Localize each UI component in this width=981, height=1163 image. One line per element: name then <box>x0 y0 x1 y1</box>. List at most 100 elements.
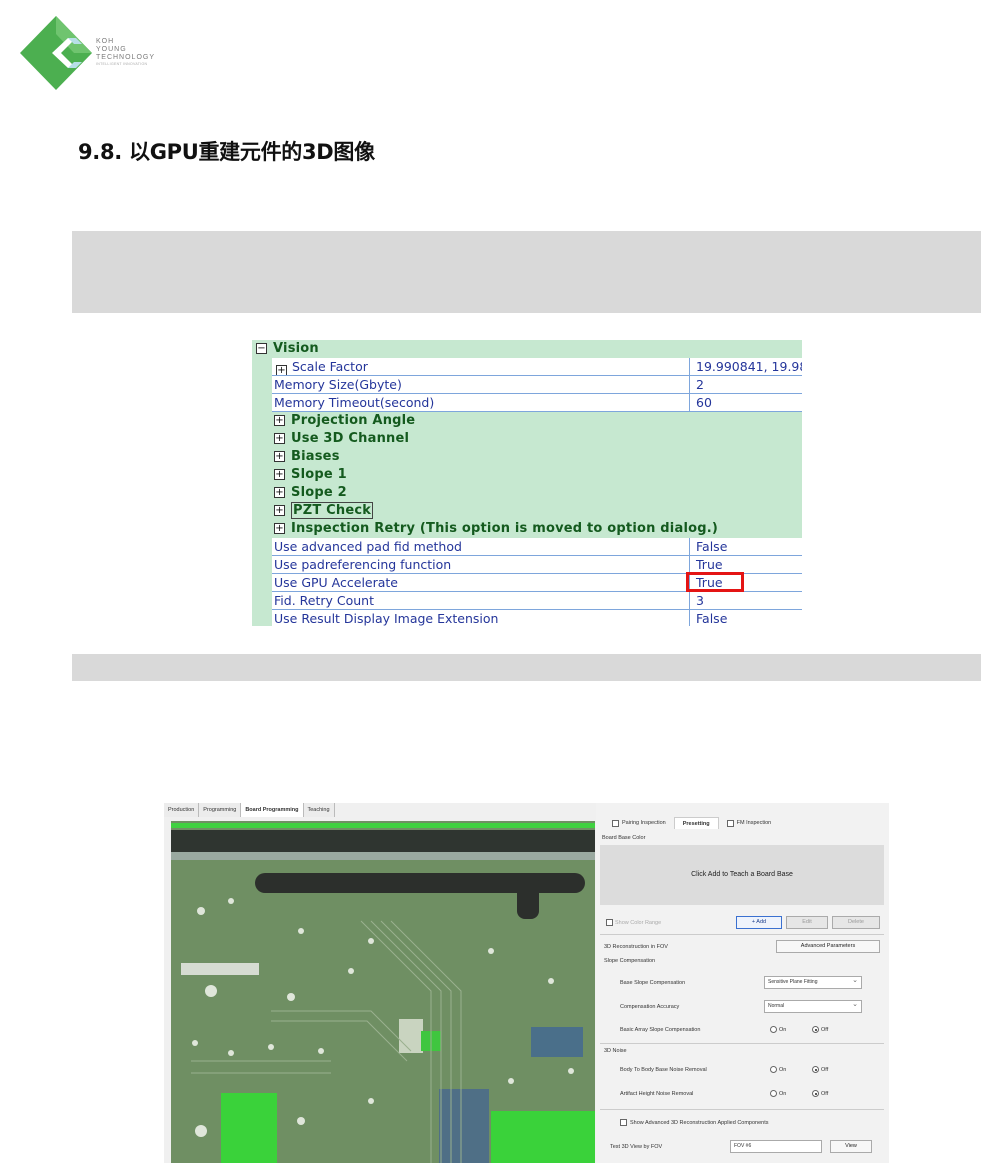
noise-label: 3D Noise <box>604 1048 627 1054</box>
gray-band-bottom <box>72 654 981 681</box>
grid-category-label: Projection Angle <box>291 413 416 428</box>
body-noise-label: Body To Body Base Noise Removal <box>620 1067 707 1073</box>
grid-property-value[interactable]: False <box>690 538 802 556</box>
basic-array-slope-label: Basic Array Slope Compensation <box>620 1027 701 1033</box>
tab-teaching[interactable]: Teaching <box>303 803 335 817</box>
expand-icon[interactable]: + <box>274 433 285 444</box>
tab-programming[interactable]: Programming <box>199 803 242 817</box>
recon-fov-label: 3D Reconstruction in FOV <box>604 944 668 950</box>
grid-property-name: Use GPU Accelerate <box>272 574 690 592</box>
checkbox-icon[interactable] <box>612 819 619 827</box>
board-base-color-label: Board Base Color <box>602 835 646 841</box>
pcb-image[interactable] <box>171 821 595 1163</box>
gray-band-top <box>72 231 981 313</box>
view-button[interactable]: View <box>830 1140 872 1153</box>
expand-icon[interactable]: + <box>274 487 285 498</box>
grid-category-row[interactable]: + Projection Angle <box>252 412 802 430</box>
delete-button[interactable]: Delete <box>832 916 880 929</box>
checkbox-icon[interactable] <box>620 1119 627 1126</box>
artifact-off-radio[interactable]: Off <box>812 1090 828 1097</box>
board-base-message: Click Add to Teach a Board Base <box>691 871 793 878</box>
checkbox-icon[interactable] <box>606 919 613 926</box>
tab-presetting[interactable]: Presetting <box>673 817 719 829</box>
basic-array-on-radio[interactable]: On <box>770 1026 786 1033</box>
divider <box>600 1109 884 1110</box>
expand-icon[interactable]: + <box>274 523 285 534</box>
board-base-area: Click Add to Teach a Board Base <box>600 845 884 905</box>
radio-selected-icon <box>812 1090 819 1097</box>
grid-category-label: Biases <box>291 449 340 464</box>
pcb-render <box>171 821 595 1163</box>
basic-array-off-radio[interactable]: Off <box>812 1026 828 1033</box>
expand-icon[interactable]: + <box>274 415 285 426</box>
show-advanced-checkbox[interactable]: Show Advanced 3D Reconstruction Applied … <box>620 1119 769 1126</box>
slope-compensation-label: Slope Compensation <box>604 958 656 964</box>
expand-icon[interactable]: + <box>274 451 285 462</box>
grid-category-row[interactable]: + Inspection Retry (This option is moved … <box>252 520 802 538</box>
grid-property-value[interactable]: 3 <box>690 592 802 610</box>
grid-property-value[interactable]: 60 <box>690 394 802 412</box>
grid-category-row[interactable]: − Vision <box>252 340 802 358</box>
artifact-noise-label: Artifact Height Noise Removal <box>620 1091 694 1097</box>
grid-property-value[interactable]: 2 <box>690 376 802 394</box>
main-tabs: Production Programming Board Programming… <box>164 803 335 817</box>
collapse-icon[interactable]: − <box>256 343 267 354</box>
add-button[interactable]: + Add <box>736 916 782 929</box>
grid-property-row[interactable]: +Scale Factor19.990841, 19.989 <box>252 358 802 376</box>
edit-button[interactable]: Edit <box>786 916 828 929</box>
checkbox-icon[interactable] <box>726 819 734 827</box>
compensation-accuracy-dropdown[interactable]: Normal <box>764 999 862 1013</box>
logo-mark-icon <box>20 16 92 90</box>
compensation-accuracy-label: Compensation Accuracy <box>620 1004 680 1010</box>
advanced-parameters-button[interactable]: Advanced Parameters <box>776 940 880 953</box>
section-title: 9.8. 以GPU重建元件的3D图像 <box>78 140 375 164</box>
grid-category-label: Inspection Retry (This option is moved t… <box>291 521 719 536</box>
show-color-range-checkbox[interactable]: Show Color Range <box>606 919 661 926</box>
grid-category-label: Use 3D Channel <box>291 431 410 446</box>
grid-category-row[interactable]: + Biases <box>252 448 802 466</box>
tab-pairing-inspection[interactable]: Pairing Inspection <box>604 817 674 829</box>
grid-property-value[interactable]: 19.990841, 19.989 <box>690 358 802 376</box>
grid-property-name: Memory Size(Gbyte) <box>272 376 690 394</box>
expand-icon[interactable]: + <box>274 469 285 480</box>
grid-property-name: Use advanced pad fid method <box>272 538 690 556</box>
tab-board-programming[interactable]: Board Programming <box>241 803 304 817</box>
divider <box>600 934 884 935</box>
grid-property-value[interactable]: False <box>690 610 802 626</box>
tab-production[interactable]: Production <box>164 803 200 817</box>
grid-property-row[interactable]: Memory Timeout(second) 60 <box>252 394 802 412</box>
tab-fm-inspection[interactable]: FM Inspection <box>719 817 780 829</box>
base-slope-label: Base Slope Compensation <box>620 980 686 986</box>
grid-category-row[interactable]: + PZT Check <box>252 502 802 520</box>
grid-property-row[interactable]: Memory Size(Gbyte) 2 <box>252 376 802 394</box>
radio-selected-icon <box>812 1066 819 1073</box>
grid-property-name: Memory Timeout(second) <box>272 394 690 412</box>
grid-property-row[interactable]: Fid. Retry Count 3 <box>252 592 802 610</box>
base-slope-dropdown[interactable]: Sensitive Plane Fitting <box>764 975 862 989</box>
company-logo: KOH YOUNG TECHNOLOGY INTELLIGENT INNOVAT… <box>18 14 188 94</box>
highlight-box <box>686 572 744 592</box>
grid-category-label: PZT Check <box>291 502 374 519</box>
grid-property-name: Fid. Retry Count <box>272 592 690 610</box>
logo-wordmark: KOH YOUNG TECHNOLOGY INTELLIGENT INNOVAT… <box>96 38 156 66</box>
grid-category-label: Slope 2 <box>291 485 347 500</box>
expand-icon[interactable]: + <box>274 505 285 516</box>
grid-category-label: Vision <box>273 341 319 356</box>
expand-icon[interactable]: + <box>276 365 287 375</box>
software-screenshot: Production Programming Board Programming… <box>164 803 889 1163</box>
fov-input[interactable]: FOV #6 <box>730 1140 822 1153</box>
body-noise-off-radio[interactable]: Off <box>812 1066 828 1073</box>
grid-property-name: Use padreferencing function <box>272 556 690 574</box>
body-noise-on-radio[interactable]: On <box>770 1066 786 1073</box>
grid-category-row[interactable]: + Slope 2 <box>252 484 802 502</box>
radio-icon <box>770 1026 777 1033</box>
grid-property-row[interactable]: Use advanced pad fid method False <box>252 538 802 556</box>
grid-category-row[interactable]: + Slope 1 <box>252 466 802 484</box>
grid-property-row[interactable]: Use Result Display Image Extension False <box>252 610 802 626</box>
radio-icon <box>770 1066 777 1073</box>
artifact-on-radio[interactable]: On <box>770 1090 786 1097</box>
grid-property-name: + Scale Factor <box>272 358 690 376</box>
test-view-label: Test 3D View by FOV <box>610 1144 663 1150</box>
grid-category-row[interactable]: + Use 3D Channel <box>252 430 802 448</box>
radio-selected-icon <box>812 1026 819 1033</box>
